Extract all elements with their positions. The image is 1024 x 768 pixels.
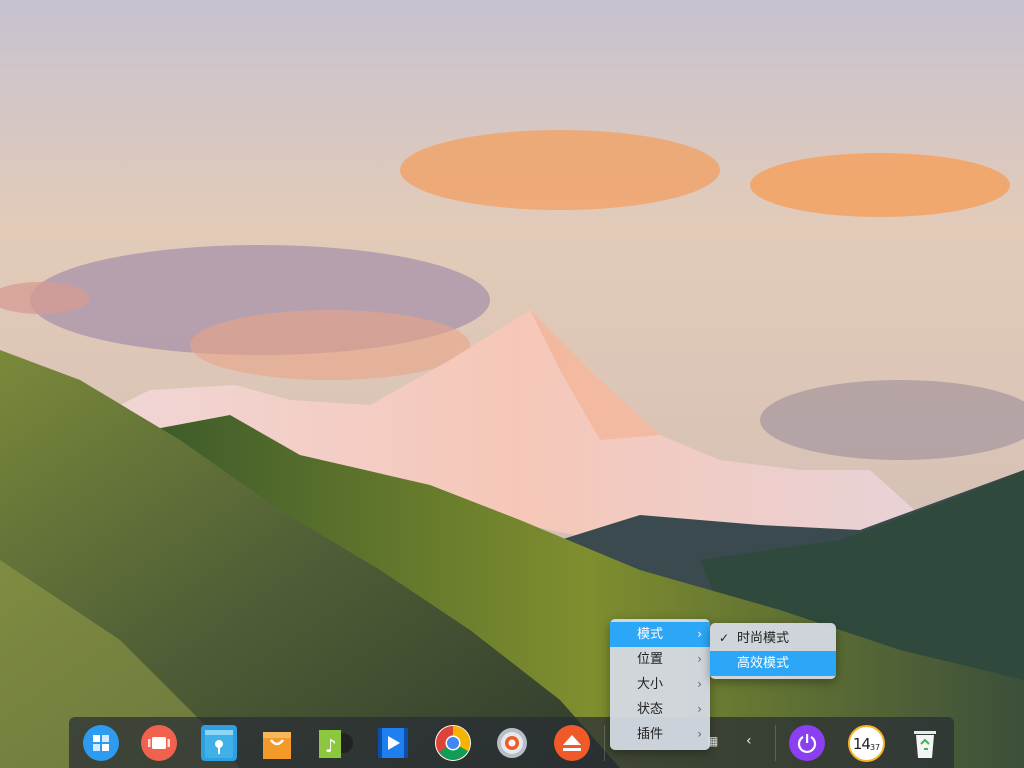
menu-item-plugins[interactable]: 插件 › bbox=[610, 722, 710, 747]
shopping-bag-icon bbox=[263, 732, 291, 759]
grid-icon bbox=[93, 735, 109, 751]
clock-widget[interactable]: 14 37 bbox=[848, 725, 885, 762]
trash-icon bbox=[914, 731, 936, 758]
menu-item-position[interactable]: 位置 › bbox=[610, 647, 710, 672]
menu-item-mode[interactable]: 模式 › bbox=[610, 622, 710, 647]
dock-separator bbox=[775, 725, 776, 761]
power-button[interactable] bbox=[789, 725, 825, 761]
video-icon bbox=[378, 728, 408, 758]
eject-icon bbox=[563, 735, 581, 751]
settings-button[interactable] bbox=[494, 725, 530, 761]
chevron-right-icon: › bbox=[697, 727, 702, 741]
tray-expand-arrow-icon[interactable]: ‹ bbox=[746, 733, 752, 749]
desktop-wallpaper bbox=[0, 0, 1024, 768]
app-store-button[interactable] bbox=[259, 725, 295, 761]
menu-item-size[interactable]: 大小 › bbox=[610, 672, 710, 697]
file-manager-button[interactable] bbox=[201, 725, 237, 761]
chevron-right-icon: › bbox=[697, 627, 702, 641]
chevron-right-icon: › bbox=[697, 652, 702, 666]
folder-icon bbox=[205, 730, 233, 758]
multitasking-button[interactable] bbox=[141, 725, 177, 761]
launcher-button[interactable] bbox=[83, 725, 119, 761]
submenu-item-fashion-mode[interactable]: ✓ 时尚模式 bbox=[710, 626, 836, 651]
clock-minute: 37 bbox=[869, 743, 881, 752]
svg-text:♪: ♪ bbox=[325, 736, 337, 757]
gear-icon bbox=[497, 728, 527, 758]
chevron-right-icon: › bbox=[697, 677, 702, 691]
menu-item-status[interactable]: 状态 › bbox=[610, 697, 710, 722]
clock-hour: 14 bbox=[852, 734, 871, 753]
installer-button[interactable] bbox=[554, 725, 590, 761]
trash-button[interactable] bbox=[907, 725, 943, 761]
submenu-item-efficient-mode[interactable]: 高效模式 bbox=[710, 651, 836, 676]
mode-submenu: ✓ 时尚模式 高效模式 bbox=[710, 623, 836, 679]
checkmark-icon: ✓ bbox=[719, 631, 730, 645]
music-button[interactable]: ♪ bbox=[317, 725, 353, 761]
video-button[interactable] bbox=[375, 725, 411, 761]
multitask-icon bbox=[148, 737, 170, 749]
chrome-icon bbox=[436, 726, 470, 760]
dock-separator bbox=[604, 725, 605, 761]
chevron-right-icon: › bbox=[697, 702, 702, 716]
power-icon bbox=[797, 734, 817, 754]
chrome-button[interactable] bbox=[435, 725, 471, 761]
dock-context-menu: 模式 › 位置 › 大小 › 状态 › 插件 › bbox=[610, 619, 710, 750]
dock: ♪ ▦ ‹ 14 37 bbox=[69, 717, 954, 768]
music-icon: ♪ bbox=[319, 730, 353, 758]
